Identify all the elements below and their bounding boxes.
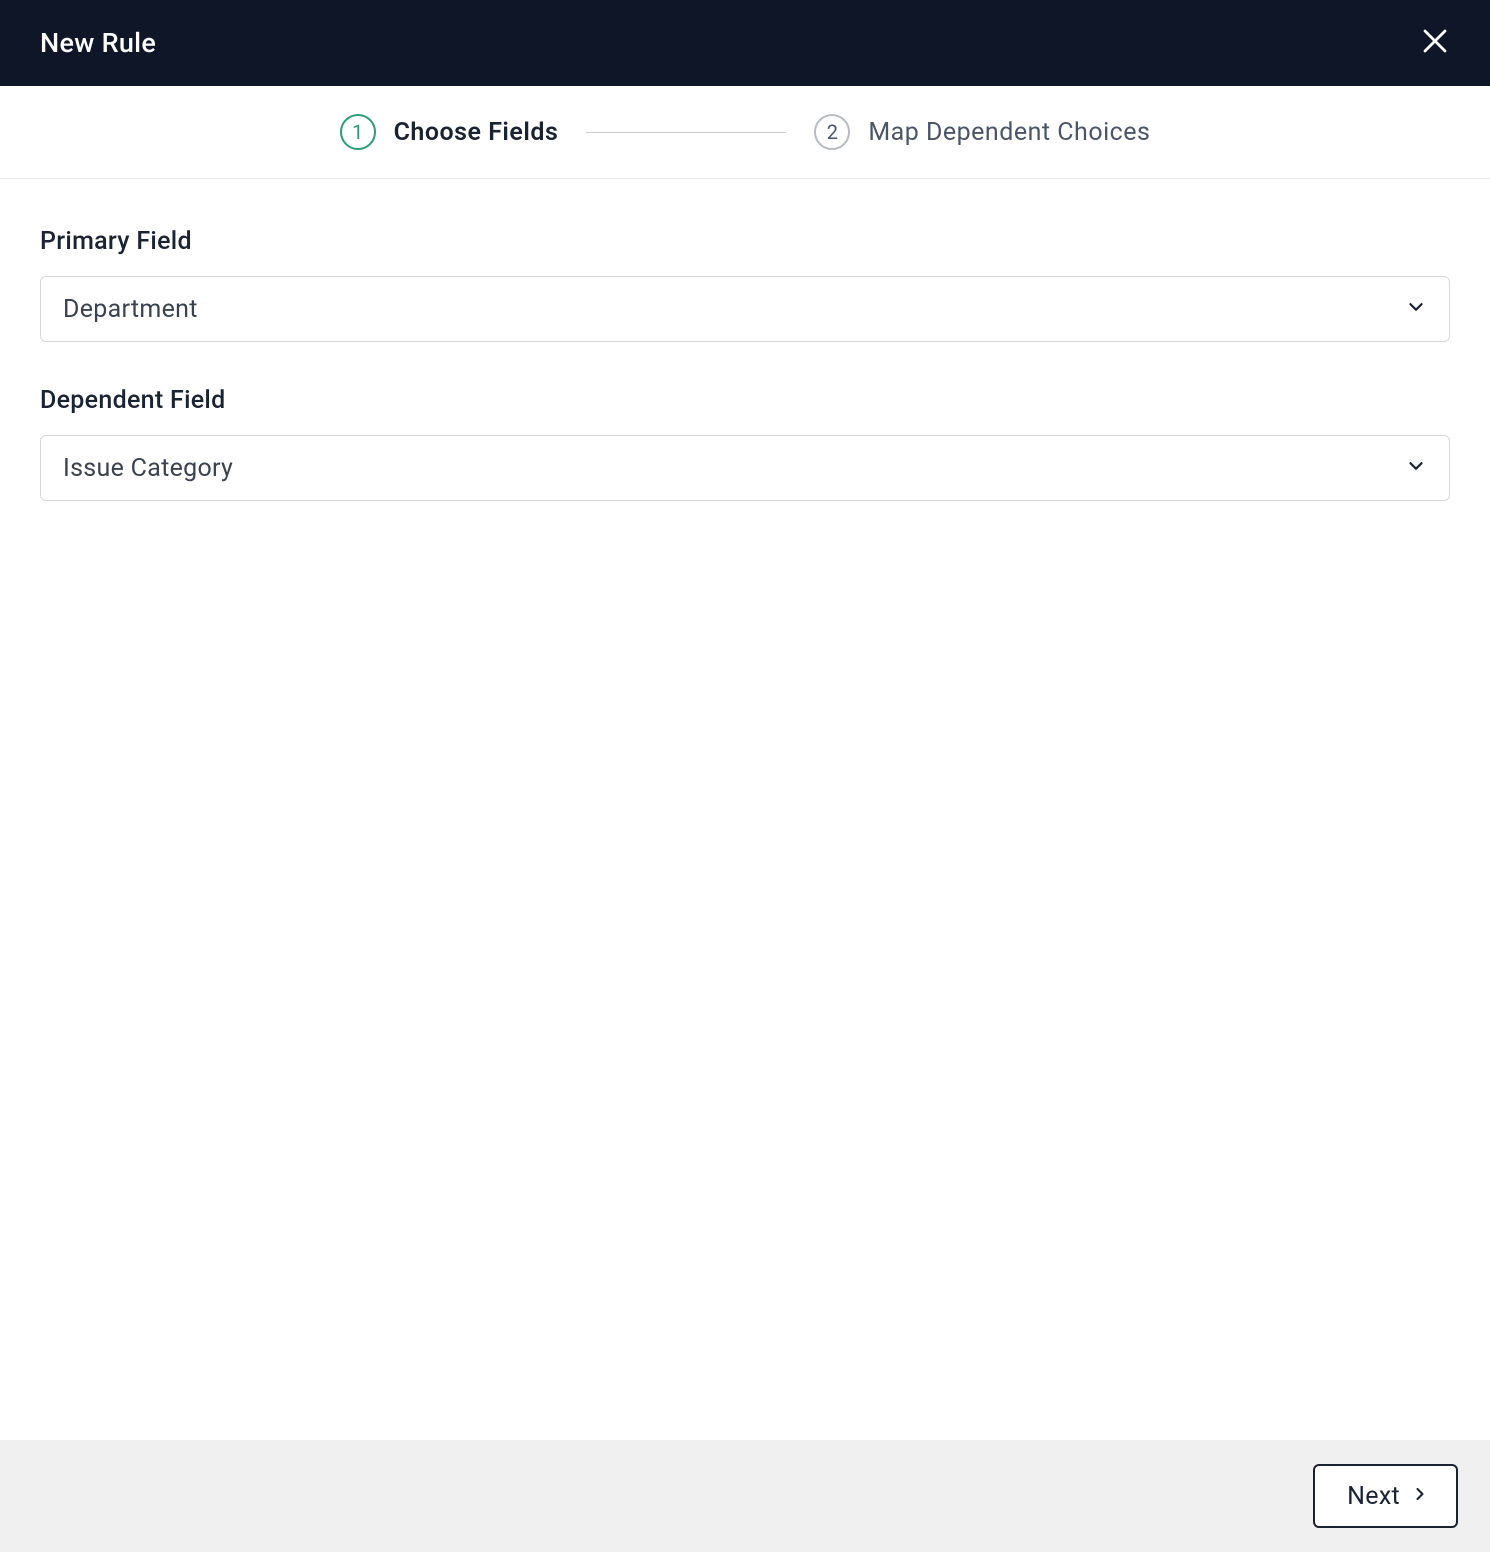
step-number-1: 1	[340, 114, 376, 150]
modal-title: New Rule	[40, 27, 156, 59]
dependent-field-select[interactable]: Issue Category	[40, 435, 1450, 501]
chevron-down-icon	[1405, 296, 1427, 322]
primary-field-select[interactable]: Department	[40, 276, 1450, 342]
step-map-dependent-choices[interactable]: 2 Map Dependent Choices	[814, 114, 1150, 150]
dependent-field-label: Dependent Field	[40, 386, 1450, 415]
step-number-2: 2	[814, 114, 850, 150]
close-button[interactable]	[1420, 26, 1450, 60]
close-icon	[1420, 26, 1450, 60]
dependent-field-value: Issue Category	[63, 454, 233, 483]
primary-field-value: Department	[63, 295, 198, 324]
next-button-label: Next	[1347, 1482, 1400, 1511]
step-choose-fields[interactable]: 1 Choose Fields	[340, 114, 559, 150]
stepper: 1 Choose Fields 2 Map Dependent Choices	[0, 86, 1490, 179]
content-area: Primary Field Department Dependent Field…	[0, 179, 1490, 1440]
modal-footer: Next	[0, 1440, 1490, 1552]
dependent-field-group: Dependent Field Issue Category	[40, 386, 1450, 501]
step-label-1: Choose Fields	[394, 118, 559, 147]
primary-field-label: Primary Field	[40, 227, 1450, 256]
modal-header: New Rule	[0, 0, 1490, 86]
step-connector	[586, 132, 786, 133]
chevron-right-icon	[1410, 1482, 1430, 1511]
step-label-2: Map Dependent Choices	[868, 118, 1150, 147]
chevron-down-icon	[1405, 455, 1427, 481]
next-button[interactable]: Next	[1313, 1464, 1458, 1528]
primary-field-group: Primary Field Department	[40, 227, 1450, 342]
